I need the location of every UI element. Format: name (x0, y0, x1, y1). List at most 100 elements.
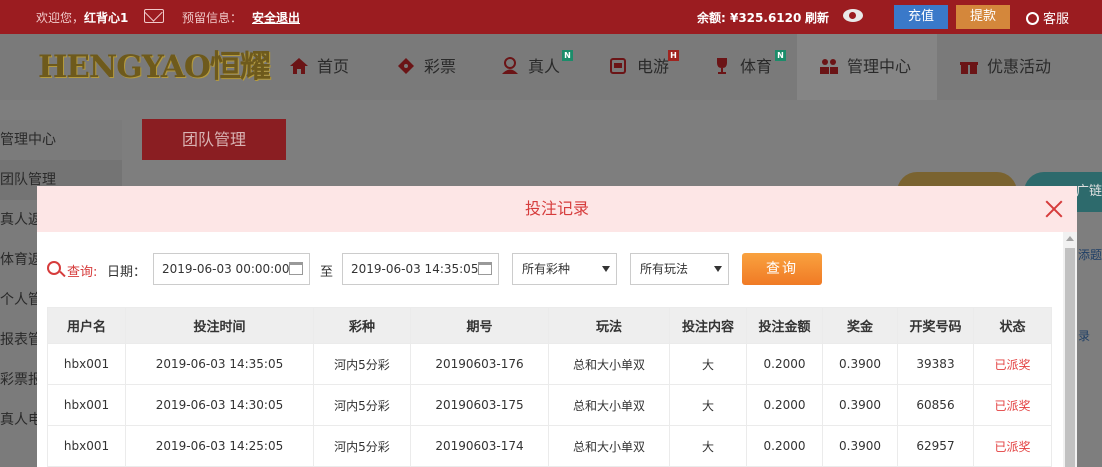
cell-prize: 0.3900 (822, 384, 898, 426)
close-icon[interactable] (1043, 198, 1065, 220)
column-header: 投注内容 (669, 307, 747, 344)
cell-issue: 20190603-175 (410, 384, 549, 426)
refresh-link[interactable]: 刷新 (805, 9, 829, 26)
badge-new: N (562, 50, 573, 61)
scroll-up-icon[interactable] (1066, 236, 1074, 241)
cell-username: hbx001 (47, 384, 126, 426)
column-header: 状态 (973, 307, 1052, 344)
nav-live-casino[interactable]: 真人 (500, 34, 560, 100)
cell-amount: 0.2000 (746, 384, 823, 426)
cell-status: 已派奖 (973, 425, 1052, 467)
cell-play: 总和大小单双 (548, 384, 670, 426)
date-label: 日期： (107, 265, 147, 280)
cell-bet-time: 2019-06-03 14:30:05 (125, 384, 314, 426)
logout-link[interactable]: 安全退出 (252, 9, 300, 26)
team-management-tab[interactable]: 团队管理 (142, 119, 286, 160)
column-header: 投注时间 (125, 307, 314, 344)
column-header: 投注金额 (746, 307, 823, 344)
cell-amount: 0.2000 (746, 343, 823, 385)
cell-play: 总和大小单双 (548, 343, 670, 385)
chevron-down-icon (602, 266, 610, 272)
column-header: 玩法 (548, 307, 670, 344)
nav-home[interactable]: 首页 (289, 34, 349, 100)
search-icon (47, 261, 61, 275)
end-date-input[interactable]: 2019-06-03 14:35:05 (342, 253, 499, 285)
chevron-down-icon (714, 266, 722, 272)
dealer-icon (502, 57, 518, 74)
ticket-icon (398, 58, 414, 74)
scrollbar-thumb[interactable] (1065, 248, 1075, 467)
table-row: hbx001 2019-06-03 14:25:05 河内5分彩 2019060… (47, 425, 1052, 467)
top-bar: 欢迎您，红背心1 预留信息： 安全退出 余额: ¥325.6120 刷新 充值 … (0, 0, 1102, 34)
badge-new: N (775, 50, 786, 61)
play-type-select[interactable]: 所有玩法 (630, 253, 729, 285)
bet-records-modal: 投注记录 查询: 日期： 2019-06-03 00:00:00 至 2019-… (37, 186, 1077, 467)
slot-icon (610, 58, 626, 74)
main-nav: HENGYAO恒耀 首页 彩票 真人 N 电游 H 体育 N 管理中心 优惠活动 (0, 34, 1102, 100)
column-header: 开奖号码 (897, 307, 974, 344)
users-icon (820, 59, 838, 74)
background-text: 录 (1078, 329, 1091, 343)
cell-username: hbx001 (47, 425, 126, 467)
cell-prize: 0.3900 (822, 425, 898, 467)
cell-status: 已派奖 (973, 343, 1052, 385)
bet-records-table: 用户名 投注时间 彩种 期号 玩法 投注内容 投注金额 奖金 开奖号码 状态 h… (47, 307, 1052, 467)
cell-issue: 20190603-176 (410, 343, 549, 385)
eye-icon[interactable] (843, 9, 863, 22)
cell-prize: 0.3900 (822, 343, 898, 385)
background-text: 添题 (1078, 248, 1102, 262)
cell-bet-time: 2019-06-03 14:25:05 (125, 425, 314, 467)
query-button[interactable]: 查询 (742, 253, 822, 285)
query-label: 查询: (67, 265, 98, 280)
column-header: 彩种 (313, 307, 411, 344)
balance-value: ¥325.6120 (729, 11, 802, 25)
table-row: hbx001 2019-06-03 14:35:05 河内5分彩 2019060… (47, 343, 1052, 385)
nav-slots[interactable]: 电游 (609, 34, 669, 100)
cell-amount: 0.2000 (746, 425, 823, 467)
scrollbar[interactable] (1063, 232, 1077, 467)
gift-icon (960, 60, 978, 74)
headset-icon (1026, 12, 1039, 25)
cell-status: 已派奖 (973, 384, 1052, 426)
cell-draw-number: 62957 (897, 425, 974, 467)
customer-service-link[interactable]: 客服 (1026, 8, 1069, 27)
mail-icon[interactable] (144, 9, 164, 23)
modal-title: 投注记录 (524, 199, 589, 218)
calendar-icon[interactable] (289, 262, 303, 275)
home-icon (290, 58, 308, 74)
withdraw-button[interactable]: 提款 (956, 5, 1010, 29)
cell-issue: 20190603-174 (410, 425, 549, 467)
reserve-info-label: 预留信息： (182, 11, 243, 25)
username: 红背心1 (84, 11, 129, 25)
recharge-button[interactable]: 充值 (894, 5, 948, 29)
column-header: 期号 (410, 307, 549, 344)
cell-draw-number: 60856 (897, 384, 974, 426)
lottery-type-select[interactable]: 所有彩种 (512, 253, 617, 285)
start-date-input[interactable]: 2019-06-03 00:00:00 (153, 253, 310, 285)
nav-promotions[interactable]: 优惠活动 (959, 34, 1051, 100)
calendar-icon[interactable] (478, 262, 492, 275)
cell-lottery: 河内5分彩 (313, 425, 411, 467)
balance-text: 余额: ¥325.6120 (697, 11, 802, 25)
cell-draw-number: 39383 (897, 343, 974, 385)
cell-content: 大 (669, 425, 747, 467)
table-row: hbx001 2019-06-03 14:30:05 河内5分彩 2019060… (47, 384, 1052, 426)
cell-content: 大 (669, 343, 747, 385)
nav-management-center[interactable]: 管理中心 (797, 34, 937, 100)
nav-lottery[interactable]: 彩票 (396, 34, 456, 100)
column-header: 用户名 (47, 307, 126, 344)
cell-lottery: 河内5分彩 (313, 343, 411, 385)
cell-username: hbx001 (47, 343, 126, 385)
cell-content: 大 (669, 384, 747, 426)
logo[interactable]: HENGYAO恒耀 (38, 48, 271, 86)
to-label: 至 (320, 265, 334, 280)
sidebar-item[interactable]: 管理中心 (0, 120, 122, 160)
column-header: 奖金 (822, 307, 898, 344)
badge-hot: H (668, 50, 679, 61)
nav-sports[interactable]: 体育 (712, 34, 772, 100)
cell-bet-time: 2019-06-03 14:35:05 (125, 343, 314, 385)
trophy-icon (717, 58, 727, 74)
cell-lottery: 河内5分彩 (313, 384, 411, 426)
cell-play: 总和大小单双 (548, 425, 670, 467)
welcome-text: 欢迎您，红背心1 (36, 11, 129, 25)
